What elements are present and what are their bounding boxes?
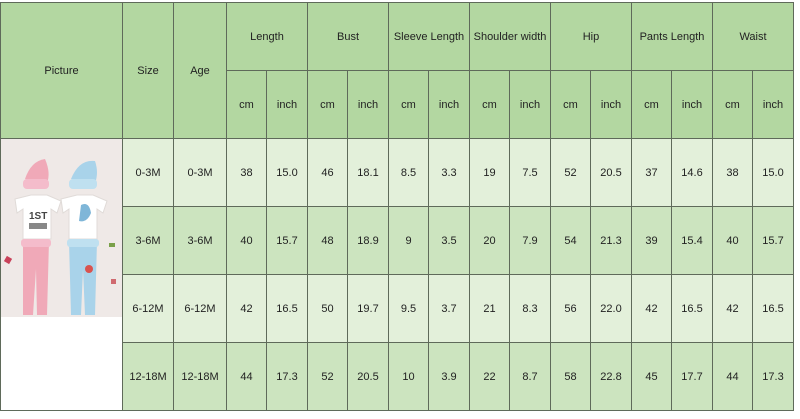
value-cell: 14.6 bbox=[671, 138, 713, 207]
value-cell: 56 bbox=[550, 274, 591, 343]
age-cell: 0-3M bbox=[173, 138, 227, 207]
value-cell: 46 bbox=[307, 138, 348, 207]
sleeve-length-header: Sleeve Length bbox=[388, 2, 470, 71]
size-row: 1ST 0-3M 0-3M 38 15.0 46 18.1 8.5 3.3 19… bbox=[0, 138, 794, 411]
value-cell: 52 bbox=[307, 342, 348, 411]
size-cell: 3-6M bbox=[122, 206, 174, 275]
value-cell: 22.8 bbox=[590, 342, 632, 411]
size-header: Size bbox=[122, 2, 174, 139]
unit-inch: inch bbox=[752, 70, 794, 139]
unit-cm: cm bbox=[307, 70, 348, 139]
unit-cm: cm bbox=[226, 70, 267, 139]
value-cell: 7.5 bbox=[509, 138, 551, 207]
value-cell: 44 bbox=[226, 342, 267, 411]
value-cell: 42 bbox=[712, 274, 753, 343]
length-header: Length bbox=[226, 2, 308, 71]
unit-cm: cm bbox=[469, 70, 510, 139]
value-cell: 18.9 bbox=[347, 206, 389, 275]
size-chart-page: Picture Size Age Length Bust Sleeve Leng… bbox=[0, 0, 800, 419]
value-cell: 37 bbox=[631, 138, 672, 207]
value-cell: 22.0 bbox=[590, 274, 632, 343]
value-cell: 42 bbox=[631, 274, 672, 343]
pants-length-header: Pants Length bbox=[631, 2, 713, 71]
value-cell: 3.3 bbox=[428, 138, 470, 207]
value-cell: 50 bbox=[307, 274, 348, 343]
value-cell: 9 bbox=[388, 206, 429, 275]
age-cell: 6-12M bbox=[173, 274, 227, 343]
unit-inch: inch bbox=[347, 70, 389, 139]
value-cell: 38 bbox=[712, 138, 753, 207]
picture-header: Picture bbox=[0, 2, 123, 139]
value-cell: 17.3 bbox=[752, 342, 794, 411]
value-cell: 16.5 bbox=[752, 274, 794, 343]
value-cell: 8.7 bbox=[509, 342, 551, 411]
value-cell: 15.7 bbox=[266, 206, 308, 275]
size-chart-table: Picture Size Age Length Bust Sleeve Leng… bbox=[0, 2, 794, 411]
unit-inch: inch bbox=[509, 70, 551, 139]
value-cell: 58 bbox=[550, 342, 591, 411]
value-cell: 18.1 bbox=[347, 138, 389, 207]
value-cell: 3.7 bbox=[428, 274, 470, 343]
value-cell: 8.3 bbox=[509, 274, 551, 343]
value-cell: 17.7 bbox=[671, 342, 713, 411]
waist-header: Waist bbox=[712, 2, 794, 71]
baby-outfit-photo: 1ST bbox=[1, 139, 122, 317]
value-cell: 8.5 bbox=[388, 138, 429, 207]
value-cell: 9.5 bbox=[388, 274, 429, 343]
value-cell: 42 bbox=[226, 274, 267, 343]
value-cell: 19.7 bbox=[347, 274, 389, 343]
value-cell: 20 bbox=[469, 206, 510, 275]
bust-header: Bust bbox=[307, 2, 389, 71]
unit-inch: inch bbox=[671, 70, 713, 139]
value-cell: 15.4 bbox=[671, 206, 713, 275]
unit-inch: inch bbox=[266, 70, 308, 139]
value-cell: 20.5 bbox=[590, 138, 632, 207]
value-cell: 52 bbox=[550, 138, 591, 207]
value-cell: 3.5 bbox=[428, 206, 470, 275]
unit-cm: cm bbox=[550, 70, 591, 139]
value-cell: 22 bbox=[469, 342, 510, 411]
value-cell: 54 bbox=[550, 206, 591, 275]
value-cell: 21.3 bbox=[590, 206, 632, 275]
value-cell: 21 bbox=[469, 274, 510, 343]
value-cell: 20.5 bbox=[347, 342, 389, 411]
unit-cm: cm bbox=[631, 70, 672, 139]
value-cell: 15.7 bbox=[752, 206, 794, 275]
value-cell: 3.9 bbox=[428, 342, 470, 411]
unit-cm: cm bbox=[388, 70, 429, 139]
age-header: Age bbox=[173, 2, 227, 139]
value-cell: 16.5 bbox=[266, 274, 308, 343]
header-row: Picture Size Age Length Bust Sleeve Leng… bbox=[0, 2, 794, 139]
value-cell: 48 bbox=[307, 206, 348, 275]
size-cell: 0-3M bbox=[122, 138, 174, 207]
value-cell: 40 bbox=[712, 206, 753, 275]
value-cell: 15.0 bbox=[752, 138, 794, 207]
value-cell: 44 bbox=[712, 342, 753, 411]
value-cell: 39 bbox=[631, 206, 672, 275]
age-cell: 3-6M bbox=[173, 206, 227, 275]
shoulder-width-header: Shoulder width bbox=[469, 2, 551, 71]
hip-header: Hip bbox=[550, 2, 632, 71]
size-cell: 6-12M bbox=[122, 274, 174, 343]
shirt-print-left: 1ST bbox=[29, 211, 47, 222]
unit-inch: inch bbox=[428, 70, 470, 139]
product-photo-cell: 1ST bbox=[0, 138, 123, 411]
value-cell: 10 bbox=[388, 342, 429, 411]
value-cell: 45 bbox=[631, 342, 672, 411]
value-cell: 19 bbox=[469, 138, 510, 207]
age-cell: 12-18M bbox=[173, 342, 227, 411]
value-cell: 17.3 bbox=[266, 342, 308, 411]
value-cell: 38 bbox=[226, 138, 267, 207]
value-cell: 7.9 bbox=[509, 206, 551, 275]
unit-cm: cm bbox=[712, 70, 753, 139]
value-cell: 16.5 bbox=[671, 274, 713, 343]
size-cell: 12-18M bbox=[122, 342, 174, 411]
value-cell: 15.0 bbox=[266, 138, 308, 207]
value-cell: 40 bbox=[226, 206, 267, 275]
unit-inch: inch bbox=[590, 70, 632, 139]
